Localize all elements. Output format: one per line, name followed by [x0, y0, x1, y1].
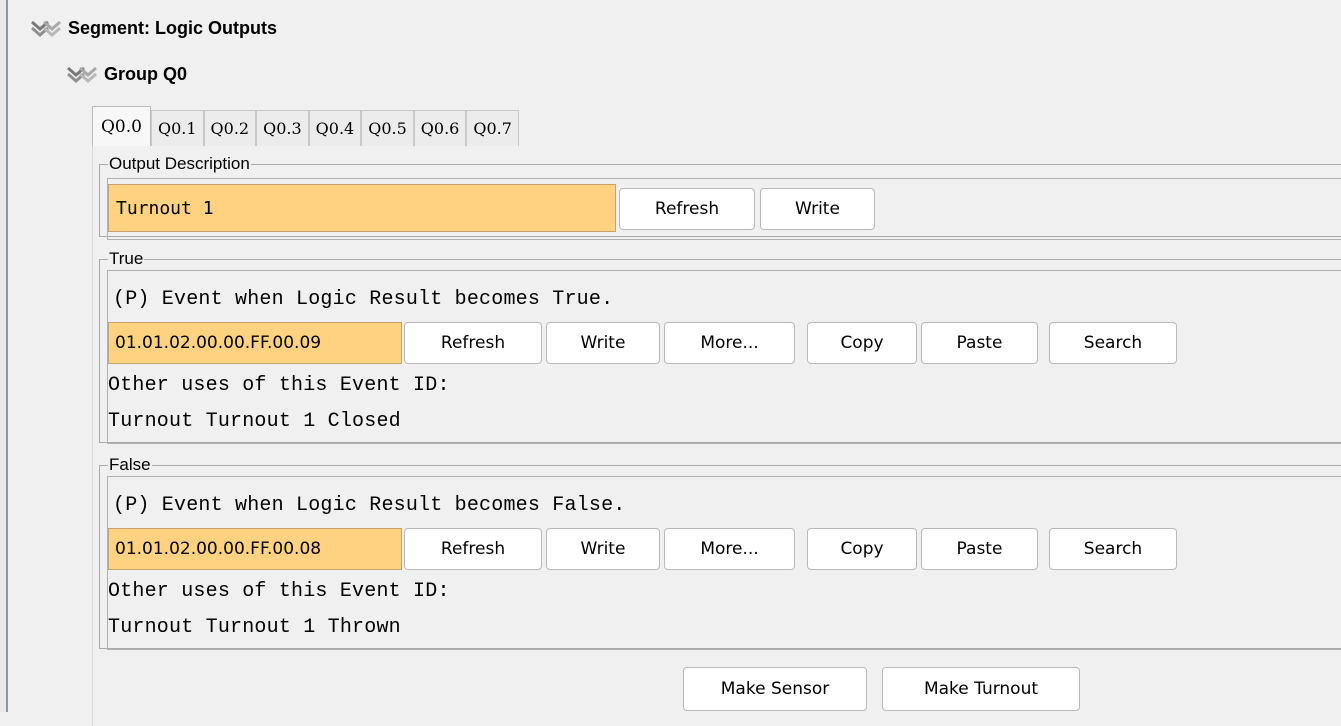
- true-other-uses-value: Turnout Turnout 1 Closed: [108, 410, 401, 433]
- false-paste-button[interactable]: Paste: [921, 528, 1038, 570]
- output-tabs: Q0.0 Q0.1 Q0.2 Q0.3 Q0.4 Q0.5 Q0.6 Q0.7: [92, 106, 519, 146]
- false-legend: False: [109, 455, 151, 474]
- true-copy-button[interactable]: Copy: [807, 322, 917, 364]
- false-write-button[interactable]: Write: [546, 528, 660, 570]
- description-write-button[interactable]: Write: [760, 188, 875, 230]
- false-more-button[interactable]: More...: [664, 528, 795, 570]
- true-search-button[interactable]: Search: [1049, 322, 1177, 364]
- tab-q0-7[interactable]: Q0.7: [466, 110, 519, 146]
- false-event-id-input[interactable]: 01.01.02.00.00.FF.00.08: [108, 528, 402, 570]
- double-chevron-down-icon[interactable]: [66, 66, 98, 84]
- true-paste-button[interactable]: Paste: [921, 322, 1038, 364]
- output-description-input[interactable]: Turnout 1: [108, 184, 616, 232]
- false-description: (P) Event when Logic Result becomes Fals…: [113, 494, 626, 517]
- tab-q0-1[interactable]: Q0.1: [150, 110, 204, 146]
- group-header[interactable]: Group Q0: [66, 64, 187, 85]
- make-sensor-button[interactable]: Make Sensor: [683, 667, 867, 711]
- make-turnout-button[interactable]: Make Turnout: [882, 667, 1080, 711]
- true-legend: True: [109, 249, 144, 268]
- tab-q0-6[interactable]: Q0.6: [413, 110, 467, 146]
- true-other-uses-label: Other uses of this Event ID:: [108, 374, 450, 397]
- tab-q0-3[interactable]: Q0.3: [256, 110, 309, 146]
- true-description: (P) Event when Logic Result becomes True…: [113, 288, 614, 311]
- tab-q0-2[interactable]: Q0.2: [203, 110, 257, 146]
- true-write-button[interactable]: Write: [546, 322, 660, 364]
- tab-q0-0[interactable]: Q0.0: [92, 106, 151, 146]
- false-copy-button[interactable]: Copy: [807, 528, 917, 570]
- tab-q0-5[interactable]: Q0.5: [361, 110, 414, 146]
- false-refresh-button[interactable]: Refresh: [404, 528, 542, 570]
- false-other-uses-label: Other uses of this Event ID:: [108, 580, 450, 603]
- description-refresh-button[interactable]: Refresh: [619, 188, 755, 230]
- segment-title: Segment: Logic Outputs: [68, 18, 277, 38]
- segment-header[interactable]: Segment: Logic Outputs: [30, 18, 277, 39]
- true-event-id-input[interactable]: 01.01.02.00.00.FF.00.09: [108, 322, 402, 364]
- group-title: Group Q0: [104, 64, 188, 84]
- true-refresh-button[interactable]: Refresh: [404, 322, 542, 364]
- true-more-button[interactable]: More...: [664, 322, 795, 364]
- false-other-uses-value: Turnout Turnout 1 Thrown: [108, 616, 401, 639]
- double-chevron-down-icon[interactable]: [30, 20, 62, 38]
- output-description-legend: Output Description: [109, 154, 250, 173]
- tab-q0-4[interactable]: Q0.4: [308, 110, 362, 146]
- window-left-border: [0, 0, 8, 712]
- false-search-button[interactable]: Search: [1049, 528, 1177, 570]
